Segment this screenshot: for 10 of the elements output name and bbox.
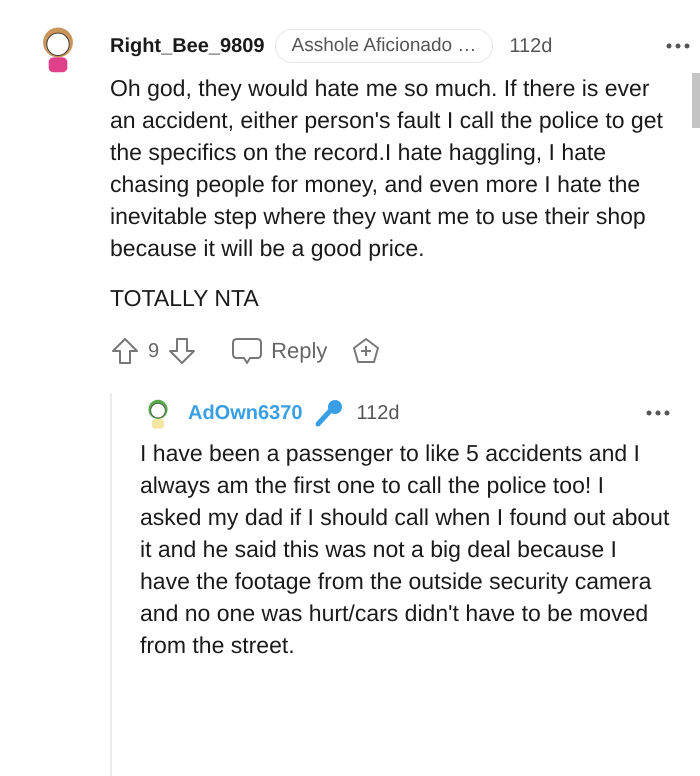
- comment-age: 112d: [356, 401, 400, 426]
- comment-age: 112d: [509, 34, 552, 59]
- comment-text: Oh god, they would hate me so much. If there is ever an accident, either person's fault I call the police to get the specifics on the record.I hate haggling, I hate chasing people for money, and even more I hate the inevitable step where they want me to use their shop because it will be a good price.: [110, 74, 664, 263]
- user-flair: Asshole Aficionado …: [274, 28, 494, 64]
- comment-text: I have been a passenger to like 5 accidents and I always am the first one to call the police too! I asked my dad if I should call when I found out about it and he said this was not a big deal because I have the footage from the outside security camera and no one was hurt/cars didn't have to be moved from the street.: [140, 439, 670, 660]
- comment-text: TOTALLY NTA: [110, 284, 260, 313]
- reply-button[interactable]: Reply: [231, 334, 328, 367]
- username[interactable]: AdOwn6370: [188, 398, 302, 428]
- username[interactable]: Right_Bee_9809: [110, 31, 265, 61]
- vote-count: 9: [148, 338, 160, 364]
